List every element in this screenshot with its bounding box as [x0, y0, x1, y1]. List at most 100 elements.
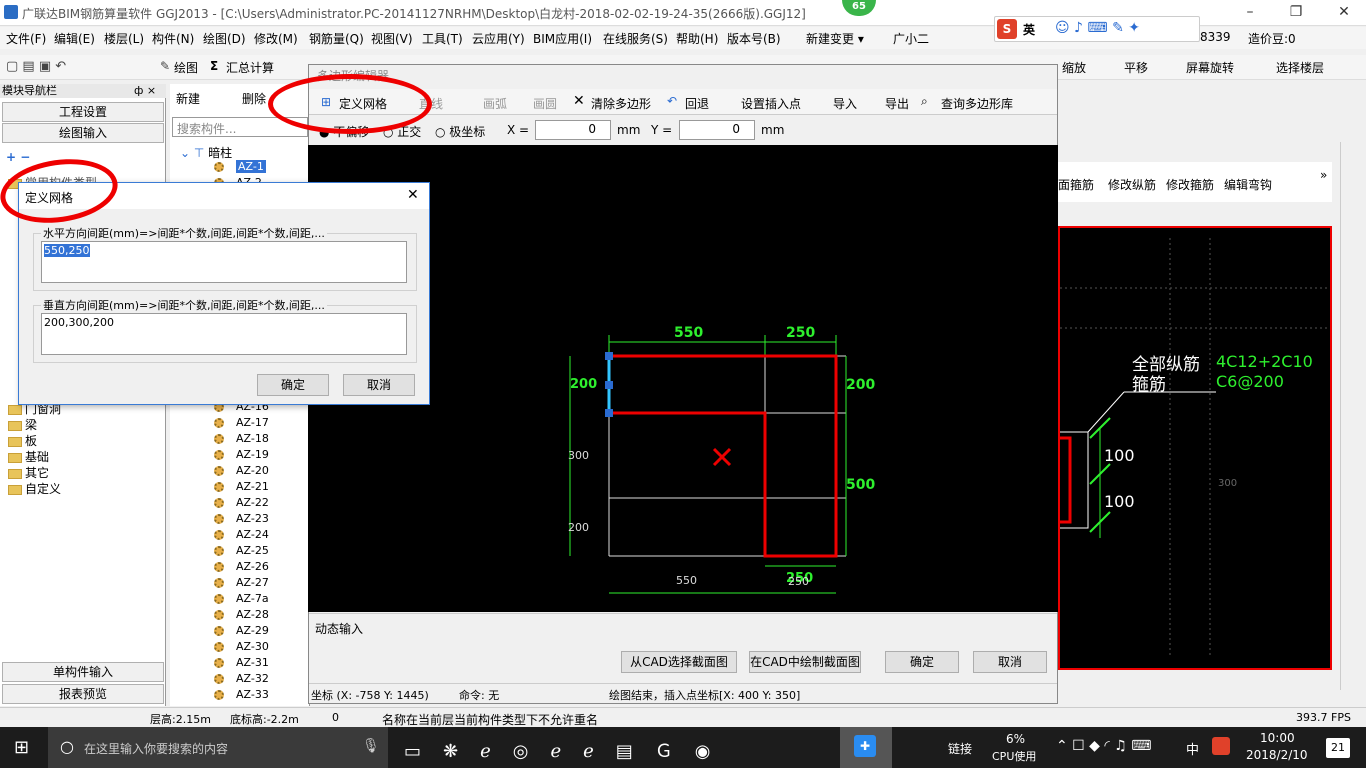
- ime-indicator[interactable]: 中: [1186, 739, 1199, 758]
- ime-toolbar[interactable]: S 英 ☺ ♪ ⌨ ✎ ✦: [994, 16, 1200, 42]
- menu-assistant[interactable]: 广小二: [893, 30, 929, 47]
- list-item[interactable]: AZ-26: [214, 560, 269, 576]
- tree-folder-other[interactable]: 其它: [8, 464, 49, 481]
- report-preview-button[interactable]: 报表预览: [2, 684, 164, 704]
- minimize-button[interactable]: –: [1240, 2, 1260, 22]
- list-item[interactable]: AZ-22: [214, 496, 269, 512]
- taskbar-apps[interactable]: ▭❋ℯ◎ℯℯ▤Ｇ◉: [404, 737, 732, 763]
- notification-count[interactable]: 21: [1326, 738, 1350, 758]
- ime-tools-icon[interactable]: ☺ ♪ ⌨ ✎ ✦: [1055, 20, 1140, 36]
- file-icons[interactable]: ▢ ▤ ▣ ↶: [6, 59, 66, 74]
- menu-file[interactable]: 文件(F): [6, 30, 46, 47]
- tab-modify-long[interactable]: 修改纵筋: [1108, 176, 1156, 193]
- list-item[interactable]: AZ-23: [214, 512, 269, 528]
- mic-icon[interactable]: 🎙: [362, 738, 380, 754]
- query-library-button[interactable]: 查询多边形库: [941, 95, 1013, 112]
- menu-online[interactable]: 在线服务(S): [603, 30, 668, 47]
- ok-button[interactable]: 确定: [885, 651, 959, 673]
- menu-version[interactable]: 版本号(B): [727, 30, 781, 47]
- calc-button[interactable]: 汇总计算: [226, 59, 274, 76]
- tray-icons[interactable]: ⌃ ☐ ◆ ◜ ♫ ⌨: [1056, 738, 1151, 754]
- x-input[interactable]: 0: [535, 120, 611, 140]
- menu-new-change[interactable]: 新建变更 ▾: [806, 30, 864, 47]
- sogou-tray-icon[interactable]: [1212, 737, 1230, 755]
- taskbar-search[interactable]: ○ 在这里输入你要搜索的内容 🎙: [48, 727, 388, 768]
- tree-folder-beam[interactable]: 梁: [8, 416, 37, 433]
- more-icon[interactable]: »: [1320, 168, 1327, 182]
- menu-draw[interactable]: 绘图(D): [203, 30, 246, 47]
- set-insert-point-button[interactable]: 设置插入点: [741, 95, 801, 112]
- list-item[interactable]: AZ-27: [214, 576, 269, 592]
- cad-select-button[interactable]: 从CAD选择截面图: [621, 651, 737, 673]
- nav-pin-icon[interactable]: ф ×: [134, 84, 156, 97]
- new-component-button[interactable]: 新建: [176, 90, 200, 107]
- list-item[interactable]: AZ-21: [214, 480, 269, 496]
- dialog-close-icon[interactable]: ✕: [407, 187, 419, 203]
- select-floor-button[interactable]: 选择楼层: [1276, 59, 1324, 76]
- menu-bim[interactable]: BIM应用(I): [533, 30, 592, 47]
- dialog-cancel-button[interactable]: 取消: [343, 374, 415, 396]
- tab-stirrup[interactable]: 面箍筋: [1058, 176, 1094, 193]
- import-button[interactable]: 导入: [833, 95, 857, 112]
- tab-edit-hook[interactable]: 编辑弯钩: [1224, 176, 1272, 193]
- menu-help[interactable]: 帮助(H): [676, 30, 718, 47]
- y-input[interactable]: 0: [679, 120, 755, 140]
- list-item[interactable]: AZ-31: [214, 656, 269, 672]
- windows-start-icon[interactable]: ⊞: [14, 737, 29, 758]
- export-button[interactable]: 导出: [885, 95, 909, 112]
- clear-polygon-button[interactable]: 清除多边形: [591, 95, 651, 112]
- single-component-button[interactable]: 单构件输入: [2, 662, 164, 682]
- menu-cloud[interactable]: 云应用(Y): [472, 30, 525, 47]
- list-item[interactable]: AZ-32: [214, 672, 269, 688]
- link-label[interactable]: 链接: [948, 740, 972, 757]
- rotate-button[interactable]: 屏幕旋转: [1186, 59, 1234, 76]
- menu-tools[interactable]: 工具(T): [422, 30, 463, 47]
- tab-modify-stirrup[interactable]: 修改箍筋: [1166, 176, 1214, 193]
- cancel-button[interactable]: 取消: [973, 651, 1047, 673]
- dynamic-input-tab[interactable]: 动态输入: [315, 620, 363, 637]
- menu-modify[interactable]: 修改(M): [254, 30, 298, 47]
- section-view-canvas[interactable]: 全部纵筋 箍筋 4C12+2C10 C6@200 100 100 300: [1058, 226, 1332, 670]
- taskbar-active-app[interactable]: ✚: [840, 727, 892, 768]
- arc-button[interactable]: 画弧: [483, 95, 507, 112]
- list-item[interactable]: AZ-17: [214, 416, 269, 432]
- list-item[interactable]: AZ-18: [214, 432, 269, 448]
- draw-input-button[interactable]: 绘图输入: [2, 123, 164, 143]
- delete-component-button[interactable]: 删除: [242, 90, 266, 107]
- h-spacing-input[interactable]: 550,250: [41, 241, 407, 283]
- list-item[interactable]: AZ-30: [214, 640, 269, 656]
- list-item[interactable]: AZ-29: [214, 624, 269, 640]
- list-item[interactable]: AZ-19: [214, 448, 269, 464]
- list-item[interactable]: AZ-24: [214, 528, 269, 544]
- clock-date[interactable]: 2018/2/10: [1246, 748, 1308, 762]
- list-item[interactable]: AZ-1: [214, 160, 266, 176]
- draw-button[interactable]: 绘图: [174, 59, 198, 76]
- menu-component[interactable]: 构件(N): [152, 30, 194, 47]
- list-item[interactable]: AZ-25: [214, 544, 269, 560]
- expand-collapse-icon[interactable]: + −: [6, 150, 30, 164]
- list-item[interactable]: AZ-20: [214, 464, 269, 480]
- circle-button[interactable]: 画圆: [533, 95, 557, 112]
- close-button[interactable]: ✕: [1334, 2, 1354, 22]
- menu-view[interactable]: 视图(V): [371, 30, 413, 47]
- list-item[interactable]: AZ-28: [214, 608, 269, 624]
- menu-floor[interactable]: 楼层(L): [104, 30, 144, 47]
- radio-polar[interactable]: ○ 极坐标: [435, 123, 485, 140]
- score-badge[interactable]: 65: [842, 0, 876, 16]
- tree-folder-custom[interactable]: 自定义: [8, 480, 61, 497]
- v-spacing-input[interactable]: 200,300,200: [41, 313, 407, 355]
- tree-root-column[interactable]: ⌄ ⊤ 暗柱: [180, 144, 232, 161]
- tree-folder-foundation[interactable]: 基础: [8, 448, 49, 465]
- cad-draw-button[interactable]: 在CAD中绘制截面图: [749, 651, 861, 673]
- menu-edit[interactable]: 编辑(E): [54, 30, 95, 47]
- list-item[interactable]: AZ-33: [214, 688, 269, 704]
- project-settings-button[interactable]: 工程设置: [2, 102, 164, 122]
- pan-button[interactable]: 平移: [1124, 59, 1148, 76]
- dialog-ok-button[interactable]: 确定: [257, 374, 329, 396]
- undo-button[interactable]: 回退: [685, 95, 709, 112]
- list-item[interactable]: AZ-7a: [214, 592, 269, 608]
- right-scrollbar[interactable]: [1340, 142, 1360, 690]
- restore-button[interactable]: ❐: [1286, 2, 1306, 22]
- ime-lang[interactable]: 英: [1023, 21, 1035, 38]
- menu-rebar[interactable]: 钢筋量(Q): [309, 30, 364, 47]
